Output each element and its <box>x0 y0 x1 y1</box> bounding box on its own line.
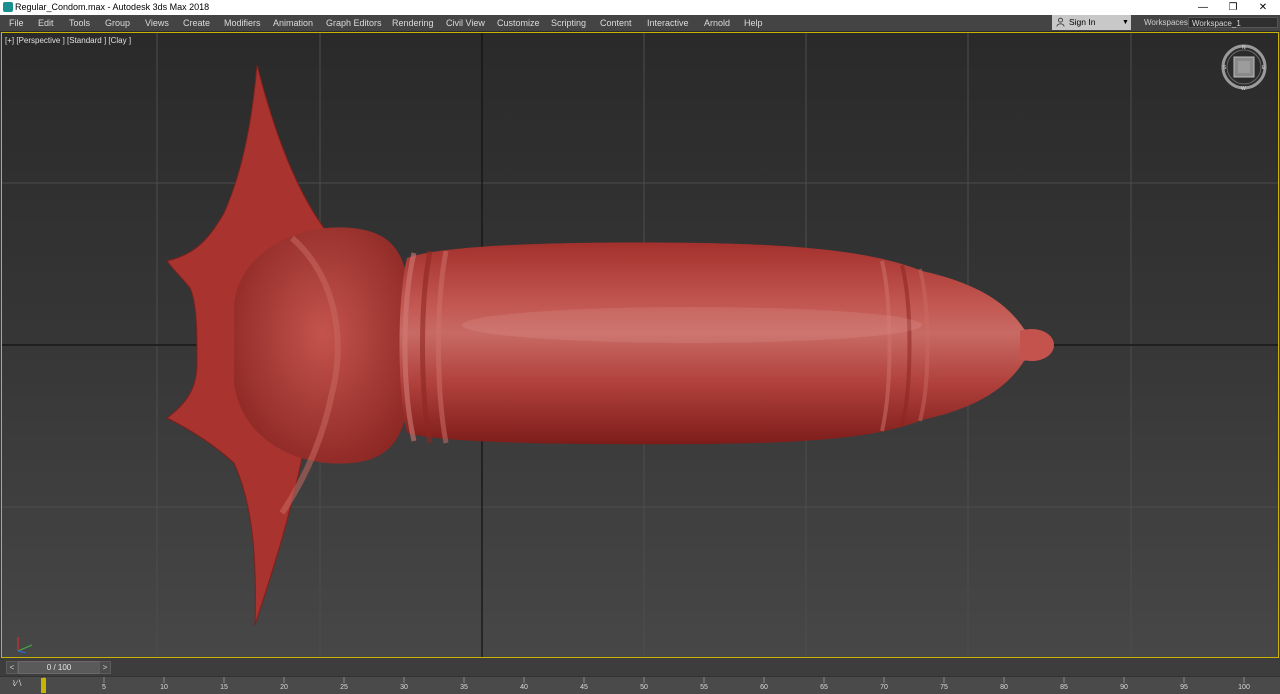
perspective-viewport[interactable]: [+] [Perspective ] [Standard ] [Clay ] S… <box>1 32 1279 658</box>
menu-arnold[interactable]: Arnold <box>704 15 730 31</box>
condom-highlight <box>462 307 922 343</box>
svg-text:N: N <box>1242 45 1246 51</box>
viewport-scene <box>2 33 1278 657</box>
menu-civil-view[interactable]: Civil View <box>446 15 485 31</box>
menu-file[interactable]: File <box>9 15 24 31</box>
next-frame-button[interactable]: > <box>99 661 111 674</box>
time-slider-bar <box>0 658 1280 676</box>
menu-animation[interactable]: Animation <box>273 15 313 31</box>
tick-label: 20 <box>280 684 288 691</box>
restore-button[interactable]: ❐ <box>1218 0 1248 15</box>
tick-label: 25 <box>340 684 348 691</box>
workspace-dropdown[interactable]: Workspace_1 <box>1188 17 1278 28</box>
svg-text:W: W <box>1241 86 1246 91</box>
title-bar: Regular_Condom.max - Autodesk 3ds Max 20… <box>0 0 1280 15</box>
menu-tools[interactable]: Tools <box>69 15 90 31</box>
condom-shaft <box>399 242 1052 445</box>
viewcube-icon[interactable]: S E N W <box>1220 43 1268 91</box>
svg-text:S: S <box>1223 65 1227 71</box>
chevron-down-icon: ▼ <box>1122 19 1129 26</box>
app-icon <box>3 2 13 12</box>
sign-in-label: Sign In <box>1069 17 1096 27</box>
tick-label: 80 <box>1000 684 1008 691</box>
menu-content[interactable]: Content <box>600 15 632 31</box>
time-slider[interactable]: 0 / 100 <box>18 661 100 674</box>
menu-modifiers[interactable]: Modifiers <box>224 15 261 31</box>
menu-graph-editors[interactable]: Graph Editors <box>326 15 382 31</box>
tick-label: 75 <box>940 684 948 691</box>
viewport-label[interactable]: [+] [Perspective ] [Standard ] [Clay ] <box>5 36 131 45</box>
menu-rendering[interactable]: Rendering <box>392 15 434 31</box>
tick-label: 65 <box>820 684 828 691</box>
tick-label: 30 <box>400 684 408 691</box>
menu-customize[interactable]: Customize <box>497 15 540 31</box>
tick-label: 45 <box>580 684 588 691</box>
prev-frame-button[interactable]: < <box>6 661 18 674</box>
time-cursor <box>41 678 46 693</box>
menu-scripting[interactable]: Scripting <box>551 15 586 31</box>
window-title: Regular_Condom.max - Autodesk 3ds Max 20… <box>15 2 210 12</box>
menu-group[interactable]: Group <box>105 15 130 31</box>
tick-label: 10 <box>160 684 168 691</box>
menu-edit[interactable]: Edit <box>38 15 54 31</box>
tick-label: 90 <box>1120 684 1128 691</box>
user-icon <box>1056 17 1065 27</box>
condom-tip <box>1020 328 1054 362</box>
tick-label: 5 <box>102 684 106 691</box>
axis-tripod-icon <box>17 637 33 654</box>
sign-in-button[interactable]: Sign In ▼ <box>1052 15 1131 30</box>
curve-editor-button[interactable]: ⌇∕∖ <box>12 679 22 688</box>
tick-label: 55 <box>700 684 708 691</box>
tick-label: 95 <box>1180 684 1188 691</box>
tick-label: 70 <box>880 684 888 691</box>
minimize-button[interactable]: — <box>1188 0 1218 15</box>
tick-label: 50 <box>640 684 648 691</box>
close-button[interactable]: ✕ <box>1248 0 1278 15</box>
menu-interactive[interactable]: Interactive <box>647 15 689 31</box>
menu-views[interactable]: Views <box>145 15 169 31</box>
tick-label: 60 <box>760 684 768 691</box>
tick-label: 15 <box>220 684 228 691</box>
tick-label: 100 <box>1238 684 1250 691</box>
tick-label: 40 <box>520 684 528 691</box>
tick-label: 85 <box>1060 684 1068 691</box>
menu-create[interactable]: Create <box>183 15 210 31</box>
menu-help[interactable]: Help <box>744 15 763 31</box>
tick-label: 35 <box>460 684 468 691</box>
workspaces-label: Workspaces: <box>1144 18 1191 27</box>
